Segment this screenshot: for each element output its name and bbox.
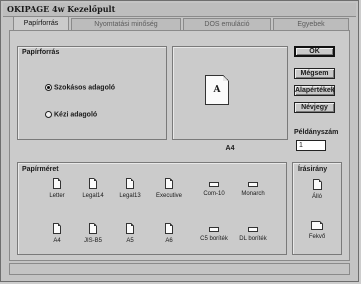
sheet-icon (126, 178, 134, 189)
ok-button[interactable]: OK (294, 46, 335, 57)
paper-size-a4[interactable]: A4 (39, 223, 75, 244)
title-bar: OKIPAGE 4w Kezelőpult (3, 3, 356, 17)
orientation-landscape[interactable]: Fekvő (299, 221, 335, 240)
copies-input[interactable]: 1 (296, 140, 326, 151)
orientation-portrait[interactable]: Álló (299, 179, 335, 200)
paper-size-legal13[interactable]: Legal13 (112, 178, 148, 199)
window-title: OKIPAGE 4w Kezelőpult (7, 4, 116, 14)
portrait-icon (312, 179, 322, 190)
copies-label: Példányszám (294, 129, 339, 136)
sheet-icon (89, 178, 97, 189)
paper-size-a6[interactable]: A6 (151, 223, 187, 244)
envelope-icon (248, 227, 258, 232)
paper-preview-icon: A (205, 75, 229, 105)
cancel-button[interactable]: Mégsem (294, 68, 335, 79)
sheet-icon (165, 223, 173, 234)
orientation-group-label: Írásirány (297, 166, 329, 173)
tab-paper-source[interactable]: Papírforrás (13, 16, 69, 31)
paper-source-group-label: Papírforrás (21, 49, 61, 56)
paper-size-jis-b5[interactable]: JIS-B5 (75, 223, 111, 244)
paper-size-com10[interactable]: Com-10 (196, 178, 232, 197)
radio-standard-feeder[interactable]: Szokásos adagoló (45, 84, 115, 91)
tab-print-quality[interactable]: Nyomtatási minőség (71, 18, 181, 30)
sheet-icon (53, 178, 61, 189)
sheet-icon (89, 223, 97, 234)
paper-size-letter[interactable]: Letter (39, 178, 75, 199)
tab-other[interactable]: Egyebek (273, 18, 349, 30)
paper-size-legal14[interactable]: Legal14 (75, 178, 111, 199)
paper-size-dl-envelope[interactable]: DL boríték (235, 223, 271, 242)
paper-preview-caption: A4 (225, 145, 235, 152)
paper-size-executive[interactable]: Executive (151, 178, 187, 199)
defaults-button[interactable]: Alapértékek (294, 85, 335, 96)
paper-source-group (17, 46, 167, 140)
paper-size-a5[interactable]: A5 (112, 223, 148, 244)
sheet-icon (165, 178, 173, 189)
landscape-icon (311, 221, 323, 230)
radio-manual-feeder[interactable]: Kézi adagoló (45, 111, 97, 118)
paper-preview-frame (172, 46, 288, 140)
about-button[interactable]: Névjegy (294, 102, 335, 113)
orientation-group (292, 162, 342, 255)
envelope-icon (209, 182, 219, 187)
paper-size-monarch[interactable]: Monarch (235, 178, 271, 197)
paper-size-c5-envelope[interactable]: C5 boríték (196, 223, 232, 242)
tab-dos-emulation[interactable]: DOS emuláció (183, 18, 271, 30)
envelope-icon (209, 227, 219, 232)
envelope-icon (248, 182, 258, 187)
radio-indicator (45, 111, 52, 118)
sheet-icon (53, 223, 61, 234)
printer-control-panel-window: OKIPAGE 4w Kezelőpult Papírforrás Nyomta… (0, 0, 359, 282)
paper-size-group-label: Papírméret (21, 166, 60, 173)
radio-selected-indicator (45, 84, 52, 91)
status-bar (9, 263, 350, 275)
sheet-icon (126, 223, 134, 234)
